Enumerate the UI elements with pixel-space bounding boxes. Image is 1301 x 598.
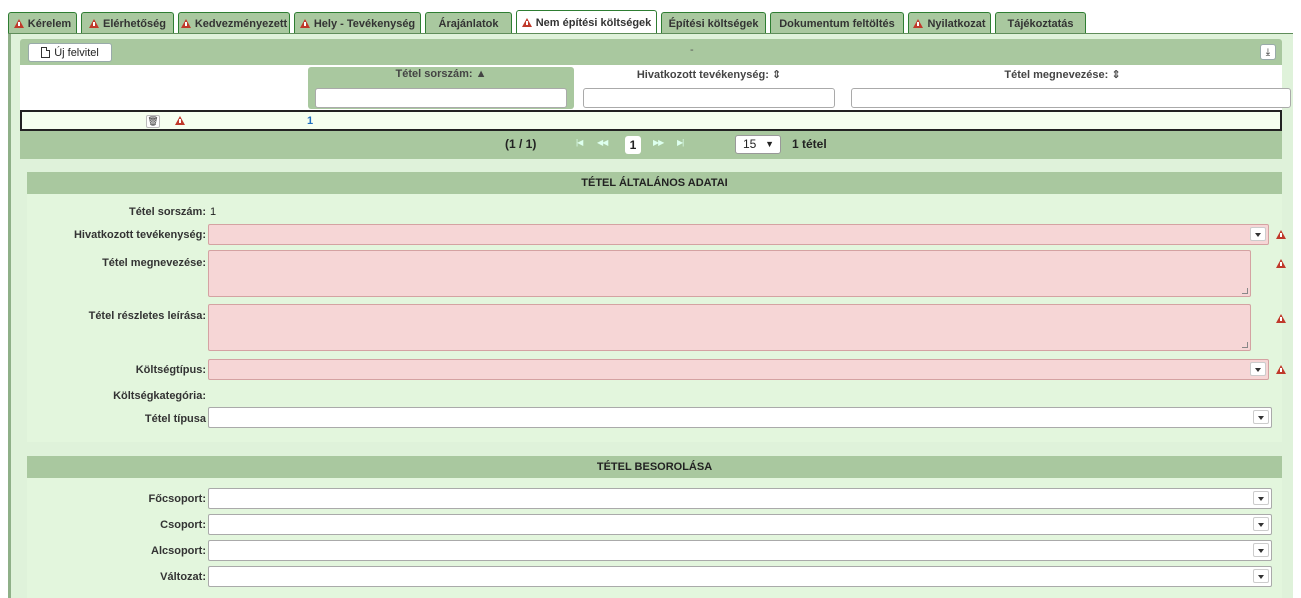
classification-section: TÉTEL BESOROLÁSA Főcsoport: Csoport: Alc… — [27, 456, 1282, 598]
export-button[interactable]: ⤓ — [1260, 44, 1276, 60]
valtozat-label: Változat: — [160, 571, 206, 583]
trash-icon[interactable]: 🗑 — [146, 115, 160, 128]
warning-icon — [1276, 314, 1286, 323]
leiras-label: Tétel részletes leírása: — [88, 310, 206, 322]
section-title: TÉTEL ÁLTALÁNOS ADATAI — [27, 172, 1282, 194]
column-header-tevekenyseg[interactable]: Hivatkozott tevékenység: ⇕ — [576, 67, 842, 109]
koltsegtipus-select[interactable] — [208, 359, 1269, 380]
paginator: (1 / 1) |◀ ◀◀ 1 ▶▶ ▶| 15 ▼ 1 tétel — [20, 131, 1282, 159]
table-row[interactable]: 🗑 1 — [20, 110, 1282, 131]
filter-input-megnevezes[interactable] — [851, 88, 1291, 108]
tab-nem-epitesi-koltsegek[interactable]: Nem építési költségek — [516, 10, 657, 34]
warning-icon — [913, 19, 924, 28]
resize-handle[interactable] — [1242, 342, 1248, 348]
focsoport-label: Főcsoport: — [148, 493, 206, 505]
focsoport-select[interactable] — [208, 488, 1272, 509]
chevron-down-icon[interactable] — [1250, 362, 1266, 376]
download-icon: ⤓ — [1265, 46, 1271, 58]
tab-hely-tevekenyseg[interactable]: Hely - Tevékenység — [294, 12, 421, 34]
total-count: 1 tétel — [792, 137, 827, 151]
toolbar-caption: - — [690, 44, 694, 56]
warning-icon — [1276, 230, 1286, 239]
koltsegtipus-label: Költségtípus: — [135, 364, 206, 376]
warning-icon — [1276, 259, 1286, 268]
warning-icon — [89, 19, 100, 28]
csoport-select[interactable] — [208, 514, 1272, 535]
tab-elerhetoseg[interactable]: Elérhetőség — [81, 12, 174, 34]
tipus-select[interactable] — [208, 407, 1272, 428]
tipus-label: Tétel típusa — [144, 413, 206, 425]
page-number-button[interactable]: 1 — [625, 136, 641, 154]
alcsoport-label: Alcsoport: — [151, 545, 206, 557]
tevekenyseg-select[interactable] — [208, 224, 1269, 245]
tab-kedvezmenyezett[interactable]: Kedvezményezett — [178, 12, 290, 34]
last-page-icon[interactable]: ▶| — [677, 138, 684, 147]
sorszam-label: Tétel sorszám: — [128, 206, 206, 218]
section-title: TÉTEL BESOROLÁSA — [27, 456, 1282, 478]
table-header: Tétel sorszám: ▲ Hivatkozott tevékenység… — [20, 65, 1291, 111]
tab-epitesi-koltsegek[interactable]: Építési költségek — [661, 12, 766, 34]
new-record-button[interactable]: Új felvitel — [28, 43, 112, 62]
tab-kerelem[interactable]: Kérelem — [8, 12, 77, 34]
warning-icon — [175, 116, 185, 125]
filter-input-tevekenyseg[interactable] — [583, 88, 835, 108]
main-panel: Új felvitel - ⤓ Tétel sorszám: ▲ Hivatko… — [8, 34, 1293, 598]
valtozat-select[interactable] — [208, 566, 1272, 587]
page-info: (1 / 1) — [505, 137, 537, 151]
alcsoport-select[interactable] — [208, 540, 1272, 561]
warning-icon — [1276, 365, 1286, 374]
warning-icon — [13, 19, 24, 28]
koltsegkategoria-label: Költségkategória: — [113, 390, 206, 402]
warning-icon — [180, 19, 191, 28]
general-data-section: TÉTEL ÁLTALÁNOS ADATAI Tétel sorszám: 1 … — [27, 172, 1286, 442]
tab-nyilatkozat[interactable]: Nyilatkozat — [908, 12, 991, 34]
datatable-toolbar: Új felvitel - ⤓ — [20, 39, 1282, 65]
warning-icon — [299, 19, 310, 28]
tab-tajekoztatas[interactable]: Tájékoztatás — [995, 12, 1086, 34]
leiras-textarea[interactable] — [208, 304, 1251, 351]
column-header-megnevezes[interactable]: Tétel megnevezése: ⇕ — [844, 67, 1291, 109]
chevron-down-icon[interactable] — [1253, 569, 1269, 583]
tab-bar: Kérelem Elérhetőség Kedvezményezett Hely… — [8, 10, 1293, 34]
tab-dokumentum-feltoltes[interactable]: Dokumentum feltöltés — [770, 12, 904, 34]
new-document-icon — [41, 47, 51, 58]
csoport-label: Csoport: — [160, 519, 206, 531]
row-sorszam: 1 — [307, 115, 314, 127]
megnevezes-textarea[interactable] — [208, 250, 1251, 297]
filter-input-sorszam[interactable] — [315, 88, 567, 108]
chevron-down-icon[interactable] — [1253, 517, 1269, 531]
chevron-down-icon: ▼ — [765, 139, 774, 149]
next-page-icon[interactable]: ▶▶ — [653, 138, 664, 147]
sorszam-value: 1 — [210, 206, 217, 218]
chevron-down-icon[interactable] — [1253, 410, 1269, 424]
prev-page-icon[interactable]: ◀◀ — [597, 138, 608, 147]
column-header-sorszam[interactable]: Tétel sorszám: ▲ — [308, 67, 574, 109]
first-page-icon[interactable]: |◀ — [576, 138, 583, 147]
resize-handle[interactable] — [1242, 288, 1248, 294]
megnevezes-label: Tétel megnevezése: — [102, 257, 206, 269]
tab-arajanlatok[interactable]: Árajánlatok — [425, 12, 512, 34]
chevron-down-icon[interactable] — [1253, 543, 1269, 557]
rows-per-page-select[interactable]: 15 ▼ — [735, 135, 781, 154]
chevron-down-icon[interactable] — [1250, 227, 1266, 241]
warning-icon — [521, 18, 532, 27]
tevekenyseg-label: Hivatkozott tevékenység: — [73, 229, 206, 241]
chevron-down-icon[interactable] — [1253, 491, 1269, 505]
